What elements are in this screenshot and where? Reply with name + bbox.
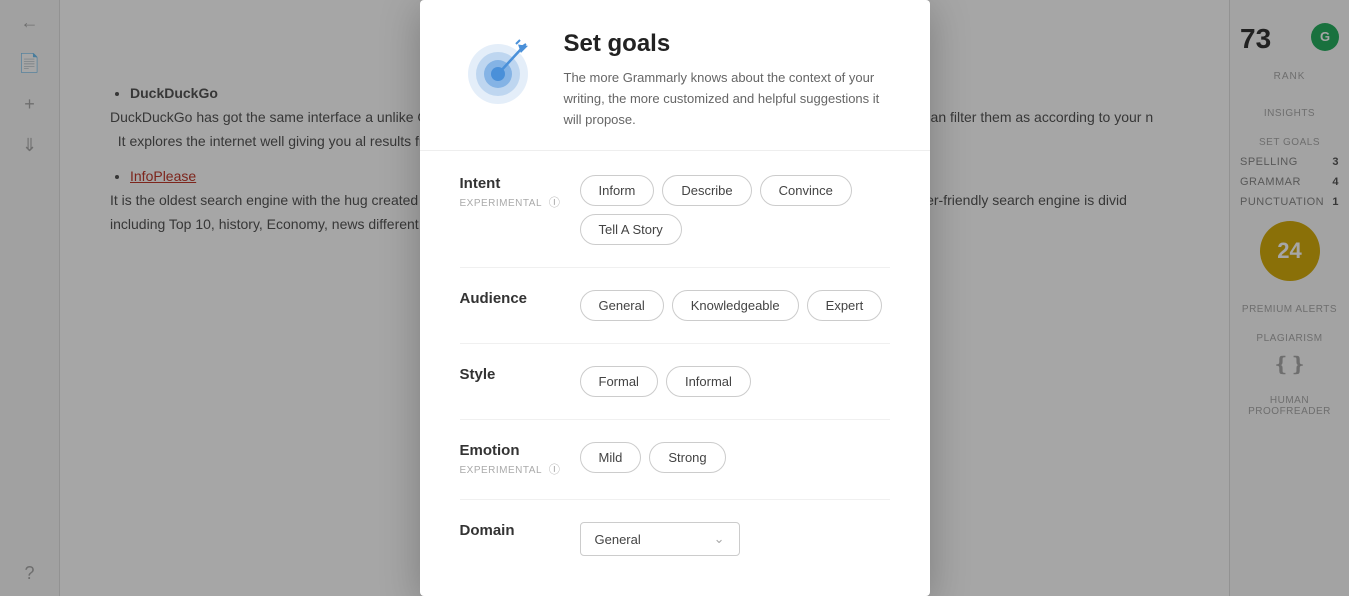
style-label: Style <box>460 366 580 383</box>
domain-value: General <box>595 532 641 547</box>
domain-row: Domain General ⌄ <box>460 522 890 578</box>
domain-dropdown[interactable]: General ⌄ <box>580 522 740 556</box>
emotion-info-icon[interactable]: ⓘ <box>549 464 561 476</box>
modal-title: Set goals <box>564 30 890 58</box>
domain-dropdown-wrapper: General ⌄ <box>580 522 740 556</box>
intent-label: Intent <box>460 175 580 192</box>
intent-label-col: Intent EXPERIMENTAL ⓘ <box>460 175 580 210</box>
intent-sublabel: EXPERIMENTAL ⓘ <box>460 194 580 210</box>
emotion-row: Emotion EXPERIMENTAL ⓘ Mild Strong <box>460 442 890 500</box>
emotion-options: Mild Strong <box>580 442 726 473</box>
intent-convince-btn[interactable]: Convince <box>760 175 852 206</box>
domain-label: Domain <box>460 522 580 539</box>
emotion-label-col: Emotion EXPERIMENTAL ⓘ <box>460 442 580 477</box>
audience-label-col: Audience <box>460 290 580 307</box>
intent-inform-btn[interactable]: Inform <box>580 175 655 206</box>
modal-header-text: Set goals The more Grammarly knows about… <box>564 30 890 130</box>
intent-describe-btn[interactable]: Describe <box>662 175 751 206</box>
style-informal-btn[interactable]: Informal <box>666 366 751 397</box>
chevron-down-icon: ⌄ <box>714 531 725 547</box>
audience-general-btn[interactable]: General <box>580 290 664 321</box>
audience-label: Audience <box>460 290 580 307</box>
style-formal-btn[interactable]: Formal <box>580 366 658 397</box>
intent-info-icon[interactable]: ⓘ <box>549 197 561 209</box>
modal-body: Intent EXPERIMENTAL ⓘ Inform Describe Co… <box>420 151 930 596</box>
target-icon <box>460 30 540 110</box>
emotion-mild-btn[interactable]: Mild <box>580 442 642 473</box>
style-row: Style Formal Informal <box>460 366 890 420</box>
audience-knowledgeable-btn[interactable]: Knowledgeable <box>672 290 799 321</box>
set-goals-modal: Set goals The more Grammarly knows about… <box>420 0 930 596</box>
emotion-strong-btn[interactable]: Strong <box>649 442 725 473</box>
audience-expert-btn[interactable]: Expert <box>807 290 883 321</box>
modal-overlay: Set goals The more Grammarly knows about… <box>0 0 1349 596</box>
intent-options: Inform Describe Convince Tell A Story <box>580 175 890 245</box>
modal-description: The more Grammarly knows about the conte… <box>564 68 890 130</box>
emotion-label: Emotion <box>460 442 580 459</box>
audience-row: Audience General Knowledgeable Expert <box>460 290 890 344</box>
emotion-sublabel: EXPERIMENTAL ⓘ <box>460 461 580 477</box>
intent-row: Intent EXPERIMENTAL ⓘ Inform Describe Co… <box>460 175 890 268</box>
domain-label-col: Domain <box>460 522 580 539</box>
modal-header: Set goals The more Grammarly knows about… <box>420 0 930 151</box>
intent-tell-story-btn[interactable]: Tell A Story <box>580 214 682 245</box>
audience-options: General Knowledgeable Expert <box>580 290 883 321</box>
style-options: Formal Informal <box>580 366 751 397</box>
modal-icon <box>460 30 540 110</box>
style-label-col: Style <box>460 366 580 383</box>
